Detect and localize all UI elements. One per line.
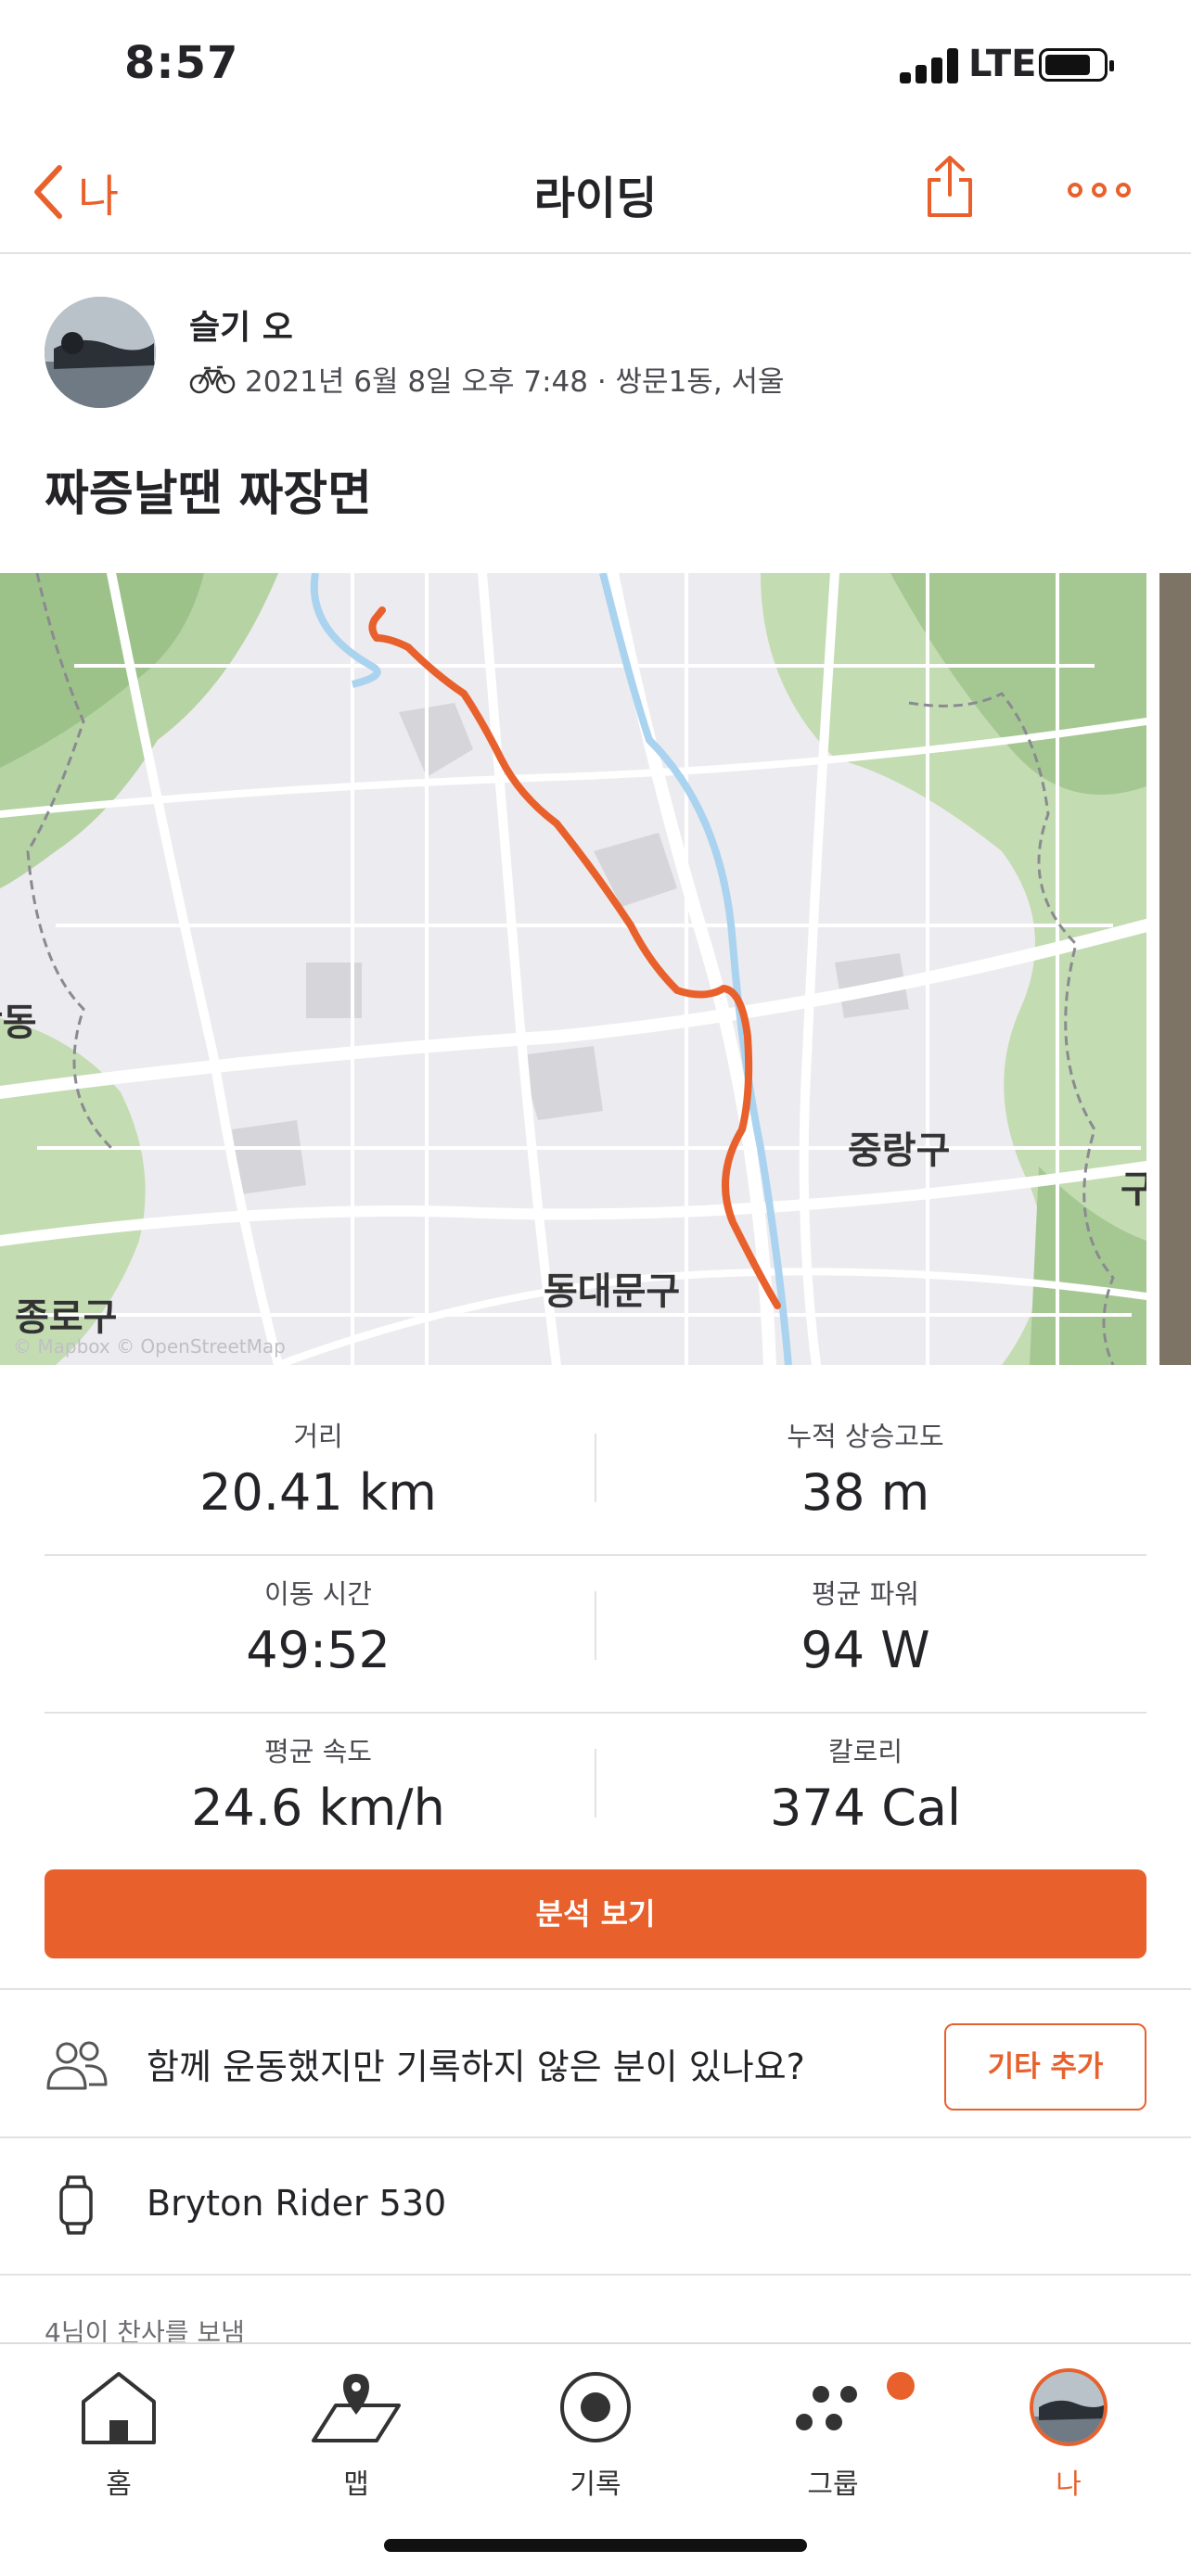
add-others-row: 함께 운동했지만 기록하지 않은 분이 있나요? 기타 추가 <box>0 1990 1191 2136</box>
divider <box>0 2274 1191 2276</box>
signal-icon <box>900 48 959 83</box>
stat-value: 38 m <box>800 1463 930 1522</box>
athlete-name[interactable]: 슬기 오 <box>189 300 293 349</box>
tab-label: 홈 <box>106 2468 132 2501</box>
activity-title: 짜증날땐 짜장면 <box>45 466 372 522</box>
tab-you[interactable]: 나 <box>994 2359 1143 2507</box>
stat-label: 평균 파워 <box>812 1578 919 1610</box>
home-icon <box>82 2372 156 2444</box>
status-bar: 8:57 LTE <box>0 0 1191 130</box>
tab-map[interactable]: 맵 <box>282 2359 430 2507</box>
page-title: 라이딩 <box>533 172 658 224</box>
route-map[interactable]: 중랑구 동대문구 종로구 강동 구 © Mapbox © OpenStreetM… <box>0 573 1146 1365</box>
more-button[interactable] <box>1067 176 1132 204</box>
stat-value: 24.6 km/h <box>191 1779 445 1837</box>
network-label: LTE <box>968 43 1037 85</box>
nav-bar: 나 라이딩 <box>0 130 1191 254</box>
athlete-avatar[interactable] <box>45 297 156 408</box>
next-photo-peek[interactable] <box>1159 573 1191 1365</box>
activity-date-location: 2021년 6월 8일 오후 7:48 · 쌍문1동, 서울 <box>245 365 785 399</box>
tab-groups[interactable]: 그룹 <box>759 2359 915 2507</box>
groups-icon <box>796 2386 857 2430</box>
bike-icon <box>189 365 236 393</box>
tab-label: 나 <box>1056 2468 1082 2501</box>
map-credit: © Mapbox © OpenStreetMap <box>13 1335 286 1358</box>
stat-label: 누적 상승고도 <box>787 1421 944 1452</box>
tab-label: 맵 <box>343 2468 369 2501</box>
activity-meta: 2021년 6월 8일 오후 7:48 · 쌍문1동, 서울 <box>189 358 785 400</box>
map-label-dongdaemun: 동대문구 <box>544 1270 681 1313</box>
stat-label: 칼로리 <box>827 1736 903 1767</box>
tab-label: 그룹 <box>807 2468 859 2501</box>
stat-elevation-gain: 누적 상승고도 38 m <box>592 1398 1139 1522</box>
share-icon <box>928 156 972 217</box>
notification-dot <box>887 2372 915 2400</box>
people-icon <box>46 2041 108 2090</box>
activity-header: 슬기 오 2021년 6월 8일 오후 7:48 · 쌍문1동, 서울 짜증날땐… <box>0 256 1191 562</box>
map-label-jongno: 종로구 <box>15 1296 118 1339</box>
stat-value: 20.41 km <box>199 1463 437 1522</box>
record-icon <box>560 2372 631 2442</box>
stat-label: 평균 속도 <box>264 1736 372 1767</box>
stats-row: 거리 20.41 km 누적 상승고도 38 m <box>45 1398 1146 1556</box>
stat-distance: 거리 20.41 km <box>45 1398 592 1522</box>
add-others-button[interactable]: 기타 추가 <box>944 2023 1146 2111</box>
map-label-edge: 구 <box>1121 1168 1146 1211</box>
stats-row: 이동 시간 49:52 평균 파워 94 W <box>45 1556 1146 1714</box>
stats-row: 평균 속도 24.6 km/h 칼로리 374 Cal <box>45 1714 1146 1871</box>
battery-icon <box>1039 48 1114 82</box>
map-label-gangdong: 강동 <box>0 1001 37 1044</box>
tab-label: 기록 <box>570 2468 621 2501</box>
stat-label: 거리 <box>293 1421 343 1452</box>
tab-home[interactable]: 홈 <box>45 2359 193 2507</box>
tab-record[interactable]: 기록 <box>521 2359 670 2507</box>
stat-calories: 칼로리 374 Cal <box>592 1714 1139 1837</box>
profile-avatar-icon <box>1030 2368 1108 2446</box>
map-icon <box>312 2374 401 2442</box>
status-time: 8:57 <box>124 37 239 89</box>
view-analysis-button[interactable]: 분석 보기 <box>45 1869 1146 1958</box>
share-button[interactable] <box>924 154 976 219</box>
device-row[interactable]: Bryton Rider 530 <box>0 2138 1191 2274</box>
watch-icon <box>59 2175 93 2235</box>
stat-value: 94 W <box>800 1621 930 1679</box>
more-icon <box>1068 183 1131 198</box>
stat-moving-time: 이동 시간 49:52 <box>45 1556 592 1679</box>
stat-label: 이동 시간 <box>264 1578 372 1610</box>
stat-value: 374 Cal <box>769 1779 962 1837</box>
map-label-jungnang: 중랑구 <box>848 1129 951 1172</box>
add-others-prompt: 함께 운동했지만 기록하지 않은 분이 있나요? <box>147 2047 805 2087</box>
stat-avg-power: 평균 파워 94 W <box>592 1556 1139 1679</box>
stats-grid: 거리 20.41 km 누적 상승고도 38 m 이동 시간 49:52 평균 … <box>45 1398 1146 1871</box>
stat-value: 49:52 <box>246 1621 391 1679</box>
map-background <box>0 573 1146 1365</box>
home-indicator <box>384 2539 807 2552</box>
stat-avg-speed: 평균 속도 24.6 km/h <box>45 1714 592 1837</box>
device-name: Bryton Rider 530 <box>147 2183 447 2224</box>
